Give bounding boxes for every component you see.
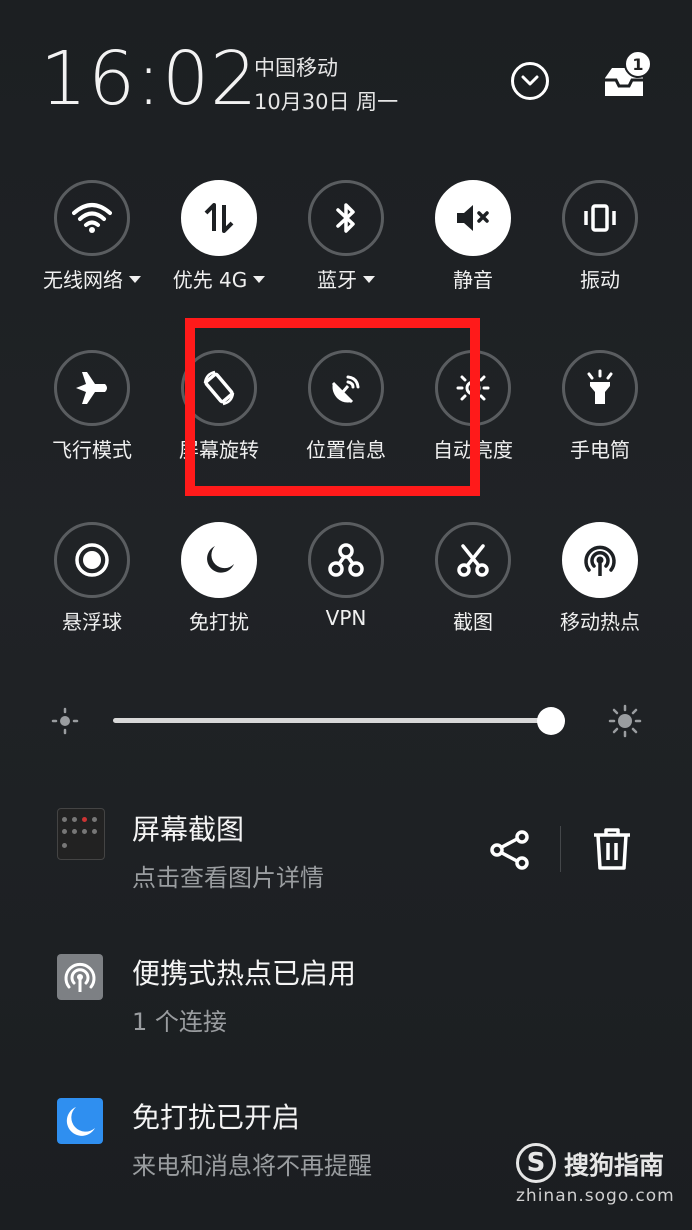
notification-subtitle: 来电和消息将不再提醒 bbox=[132, 1152, 372, 1180]
floating-ball-icon bbox=[75, 543, 109, 577]
toggle-circle bbox=[435, 180, 511, 256]
vibrate-icon bbox=[584, 204, 616, 232]
toggle-label: 移动热点 bbox=[560, 610, 640, 634]
dropdown-caret-icon bbox=[253, 276, 266, 283]
thumbnail-dot bbox=[62, 817, 67, 822]
brightness-slider-track[interactable] bbox=[113, 718, 565, 723]
dnd-notification-icon bbox=[57, 1098, 103, 1144]
toggle-label: 静音 bbox=[453, 268, 493, 292]
toggle-label: 振动 bbox=[580, 268, 620, 292]
toggle-vpn[interactable]: VPN bbox=[281, 522, 411, 632]
toggle-do-not-disturb[interactable]: 免打扰 bbox=[154, 522, 284, 634]
toggle-hotspot[interactable]: 移动热点 bbox=[535, 522, 665, 634]
moon-icon bbox=[66, 1107, 95, 1136]
toggle-mobile-data[interactable]: 优先 4G bbox=[154, 180, 284, 293]
toggle-circle bbox=[562, 350, 638, 426]
watermark-url: zhinan.sogo.com bbox=[516, 1186, 675, 1206]
toggle-mute[interactable]: 静音 bbox=[408, 180, 538, 292]
toggle-label: 截图 bbox=[453, 610, 493, 634]
wifi-icon bbox=[72, 203, 112, 233]
toggle-label: 免打扰 bbox=[189, 610, 249, 634]
toggle-label-row: 蓝牙 bbox=[281, 264, 411, 293]
screenshot-thumbnail bbox=[57, 808, 105, 860]
thumbnail-dot bbox=[92, 817, 97, 822]
notification-title: 便携式热点已启用 bbox=[132, 957, 357, 990]
toggle-wifi[interactable]: 无线网络 bbox=[27, 180, 157, 293]
toggle-label-row: 无线网络 bbox=[27, 264, 157, 293]
brightness-low-icon bbox=[51, 707, 79, 735]
hotspot-notification-icon bbox=[57, 954, 103, 1000]
toggle-circle bbox=[308, 180, 384, 256]
thumbnail-dot bbox=[62, 843, 67, 848]
notification-shade: 16:02 中国移动 10月30日 周一 1 无线网络 优先 4G 蓝牙 静音 … bbox=[0, 0, 692, 1230]
thumbnail-dot bbox=[72, 817, 77, 822]
toggle-bluetooth[interactable]: 蓝牙 bbox=[281, 180, 411, 293]
toggle-label: 飞行模式 bbox=[52, 438, 132, 462]
thumbnail-dot bbox=[82, 817, 87, 822]
toggle-vibrate[interactable]: 振动 bbox=[535, 180, 665, 292]
expand-button[interactable] bbox=[511, 62, 549, 100]
thumbnail-dot bbox=[92, 829, 97, 834]
toggle-label: 悬浮球 bbox=[62, 610, 122, 634]
clock: 16:02 bbox=[40, 36, 259, 122]
do-not-disturb-icon bbox=[207, 546, 234, 573]
airplane-icon bbox=[76, 372, 107, 404]
trash-icon[interactable] bbox=[590, 826, 634, 872]
toggle-circle bbox=[308, 522, 384, 598]
toggle-label: VPN bbox=[325, 606, 367, 630]
notification-hotspot[interactable]: 便携式热点已启用 1 个连接 bbox=[0, 948, 692, 1048]
thumbnail-dot bbox=[72, 829, 77, 834]
mute-icon bbox=[457, 205, 489, 231]
dropdown-caret-icon bbox=[363, 276, 375, 283]
bluetooth-icon bbox=[336, 203, 355, 233]
toggle-circle bbox=[54, 522, 130, 598]
hotspot-icon bbox=[584, 545, 616, 576]
flashlight-icon bbox=[587, 369, 613, 404]
notification-title: 免打扰已开启 bbox=[132, 1101, 301, 1134]
share-icon[interactable] bbox=[488, 828, 532, 872]
toggle-circle bbox=[435, 522, 511, 598]
toggle-label: 无线网络 bbox=[43, 268, 123, 292]
sogou-logo: S bbox=[516, 1143, 556, 1183]
toggle-floating-ball[interactable]: 悬浮球 bbox=[27, 522, 157, 634]
toggle-circle bbox=[562, 180, 638, 256]
date-text: 10月30日 周一 bbox=[254, 90, 399, 114]
chevron-down-icon bbox=[521, 75, 539, 86]
notification-subtitle: 点击查看图片详情 bbox=[132, 864, 324, 892]
carrier-name: 中国移动 bbox=[254, 56, 338, 80]
screenshot-icon bbox=[457, 544, 489, 577]
toggle-airplane-mode[interactable]: 飞行模式 bbox=[27, 350, 157, 462]
toggle-label: 蓝牙 bbox=[317, 268, 357, 292]
highlight-annotation-box bbox=[185, 318, 480, 496]
action-divider bbox=[560, 826, 561, 872]
toggle-circle bbox=[181, 522, 257, 598]
hotspot-icon bbox=[64, 962, 96, 992]
brightness-slider-thumb[interactable] bbox=[537, 707, 566, 735]
toggle-flashlight[interactable]: 手电筒 bbox=[535, 350, 665, 462]
thumbnail-dot bbox=[82, 829, 87, 834]
watermark-brand: 搜狗指南 bbox=[564, 1151, 665, 1180]
sogou-watermark: S 搜狗指南 zhinan.sogo.com bbox=[512, 1140, 682, 1210]
toggle-circle bbox=[54, 350, 130, 426]
mobile-data-icon bbox=[204, 203, 234, 233]
notification-screenshot[interactable]: 屏幕截图 点击查看图片详情 bbox=[0, 800, 692, 900]
toggle-circle bbox=[562, 522, 638, 598]
notification-subtitle: 1 个连接 bbox=[132, 1008, 227, 1036]
thumbnail-dot bbox=[62, 829, 67, 834]
notification-title: 屏幕截图 bbox=[132, 813, 245, 846]
toggle-label: 优先 4G bbox=[172, 268, 248, 292]
inbox-count-badge: 1 bbox=[624, 50, 652, 78]
toggle-screenshot[interactable]: 截图 bbox=[408, 522, 538, 634]
toggle-label: 手电筒 bbox=[570, 438, 630, 462]
toggle-label-row: 优先 4G bbox=[154, 264, 284, 293]
brightness-high-icon bbox=[608, 704, 642, 738]
toggle-circle bbox=[181, 180, 257, 256]
dropdown-caret-icon bbox=[129, 276, 141, 283]
vpn-icon bbox=[328, 543, 364, 577]
toggle-circle bbox=[54, 180, 130, 256]
